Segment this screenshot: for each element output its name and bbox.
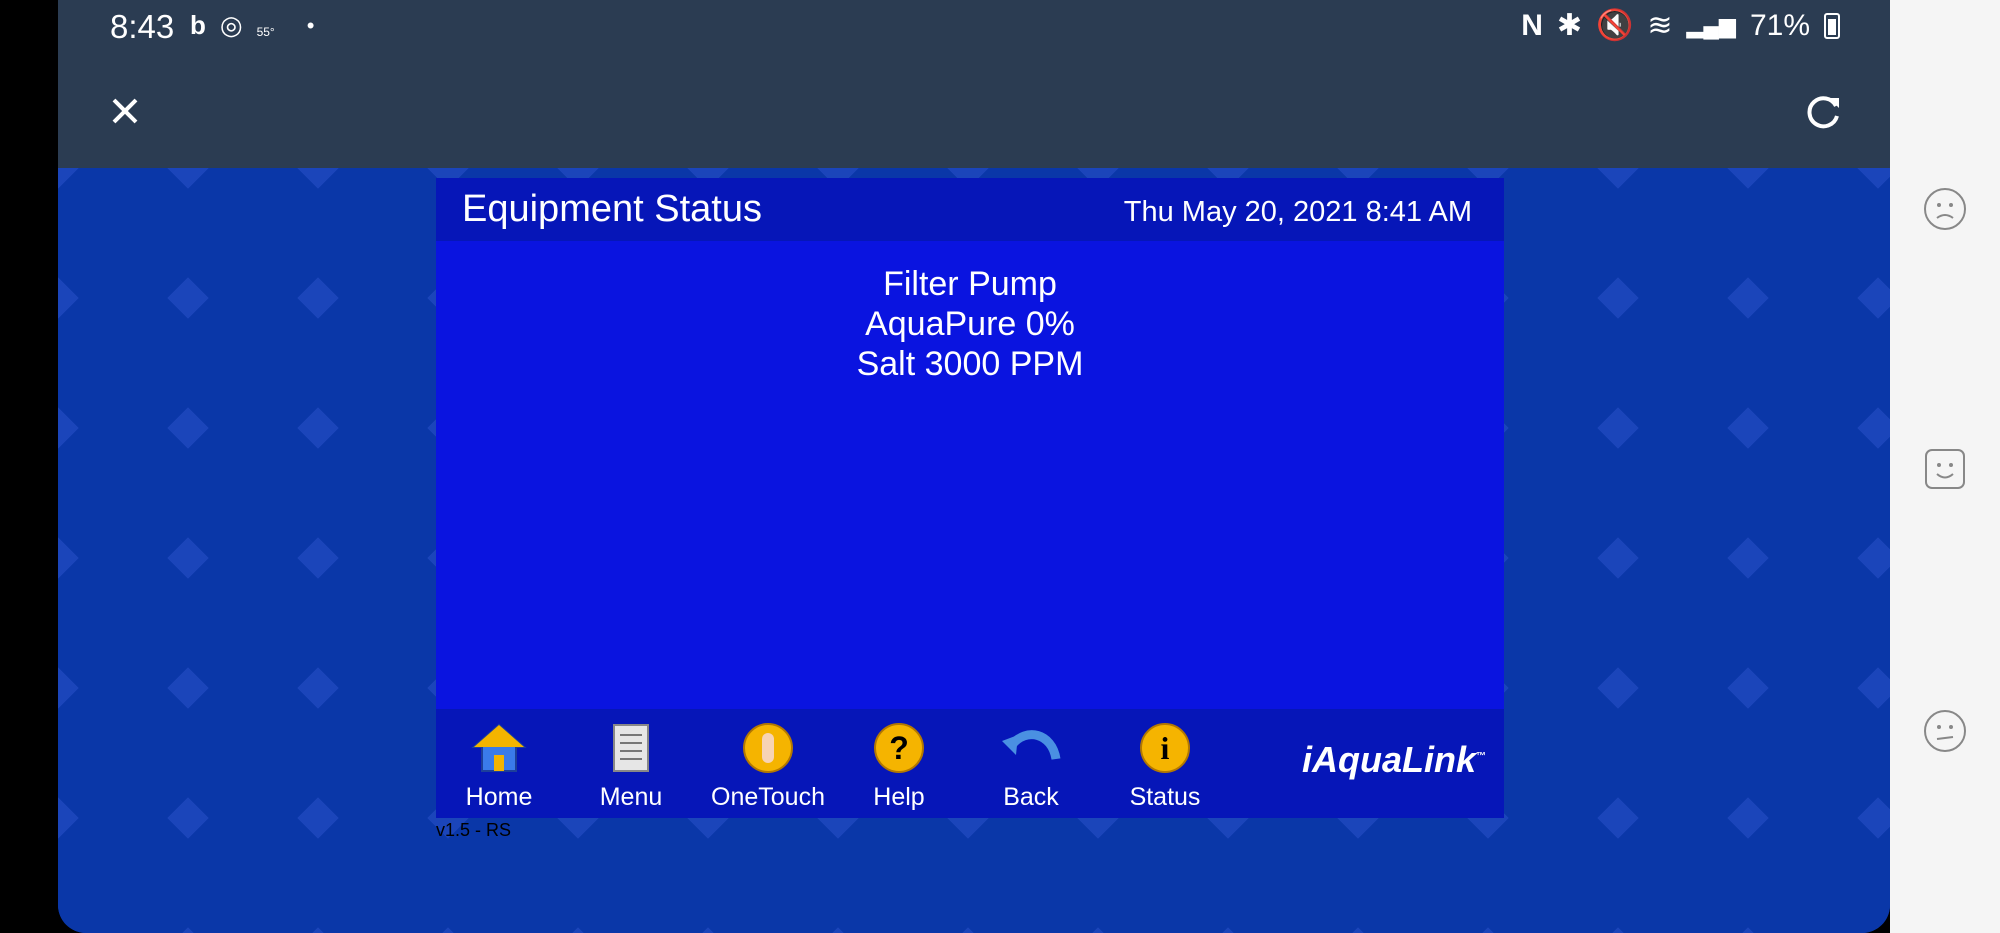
refresh-icon[interactable]: [1798, 86, 1848, 136]
svg-text:i: i: [1161, 730, 1170, 766]
nfc-icon: N: [1521, 8, 1543, 42]
app-bar: [58, 56, 1890, 168]
bluetooth-icon: ✱: [1556, 9, 1583, 42]
home-button[interactable]: Home: [444, 719, 554, 812]
clock: 8:43: [110, 8, 175, 45]
brand-text: iAquaLink: [1301, 739, 1476, 780]
dot-icon: •: [306, 12, 315, 38]
back-button[interactable]: Back: [976, 719, 1086, 812]
menu-icon: [613, 724, 649, 772]
help-button[interactable]: ? Help: [844, 719, 954, 812]
onetouch-label: OneTouch: [711, 783, 825, 811]
status-label: Status: [1129, 783, 1201, 811]
back-icon: [1002, 730, 1061, 761]
page-title: Equipment Status: [462, 188, 762, 230]
assistant-icon: ◎: [219, 10, 243, 40]
home-label: Home: [465, 783, 533, 811]
status-line-filter-pump: Filter Pump: [883, 265, 1057, 303]
unhappy-face-icon[interactable]: [1920, 184, 1970, 234]
signal-icon: ▂▄▆: [1686, 12, 1736, 38]
temperature: 55°: [256, 24, 275, 39]
battery-percent: 71%: [1749, 8, 1810, 42]
bottom-toolbar: Home Menu OneTouch ? Help Back i Status …: [436, 709, 1504, 818]
status-line-aquapure: AquaPure 0%: [865, 305, 1075, 343]
phone-screen: 8:43 b ◎ 55° • N ✱ 🔇 ≋ ▂▄▆ 71% Equipment…: [58, 0, 1890, 933]
equipment-panel: Equipment Status Thu May 20, 2021 8:41 A…: [436, 178, 1504, 818]
bing-icon: b: [190, 10, 206, 40]
menu-button[interactable]: Menu: [576, 719, 686, 812]
mute-icon: 🔇: [1596, 9, 1634, 42]
version-label: v1.5 - RS: [436, 820, 512, 840]
equipment-status-list: Filter Pump AquaPure 0% Salt 3000 PPM: [436, 264, 1504, 384]
close-icon[interactable]: [100, 86, 150, 136]
status-bar: 8:43 b ◎ 55° • N ✱ 🔇 ≋ ▂▄▆ 71%: [58, 0, 1890, 56]
iaqualink-logo: iAquaLink™: [1301, 739, 1486, 780]
status-line-salt: Salt 3000 PPM: [856, 345, 1084, 383]
svg-text:?: ?: [889, 730, 909, 766]
help-label: Help: [873, 783, 925, 811]
panel-header: Equipment Status Thu May 20, 2021 8:41 A…: [436, 178, 1504, 241]
menu-label: Menu: [599, 783, 663, 811]
battery-icon: [1824, 12, 1840, 39]
wifi-icon: ≋: [1647, 9, 1673, 42]
home-icon: [471, 723, 527, 772]
help-icon: ?: [874, 723, 924, 773]
happy-face-icon[interactable]: [1920, 444, 1970, 494]
back-label: Back: [1003, 783, 1059, 811]
status-button[interactable]: i Status: [1110, 719, 1220, 812]
status-icon: i: [1140, 723, 1190, 773]
system-icons: N ✱ 🔇 ≋ ▂▄▆ 71%: [1521, 8, 1840, 43]
onetouch-button[interactable]: OneTouch: [708, 719, 828, 812]
datetime: Thu May 20, 2021 8:41 AM: [1123, 196, 1472, 228]
neutral-face-icon[interactable]: [1920, 706, 1970, 756]
onetouch-icon: [743, 723, 793, 773]
notification-icons: b ◎ 55° •: [190, 10, 314, 41]
feedback-rail: [1890, 0, 2000, 933]
